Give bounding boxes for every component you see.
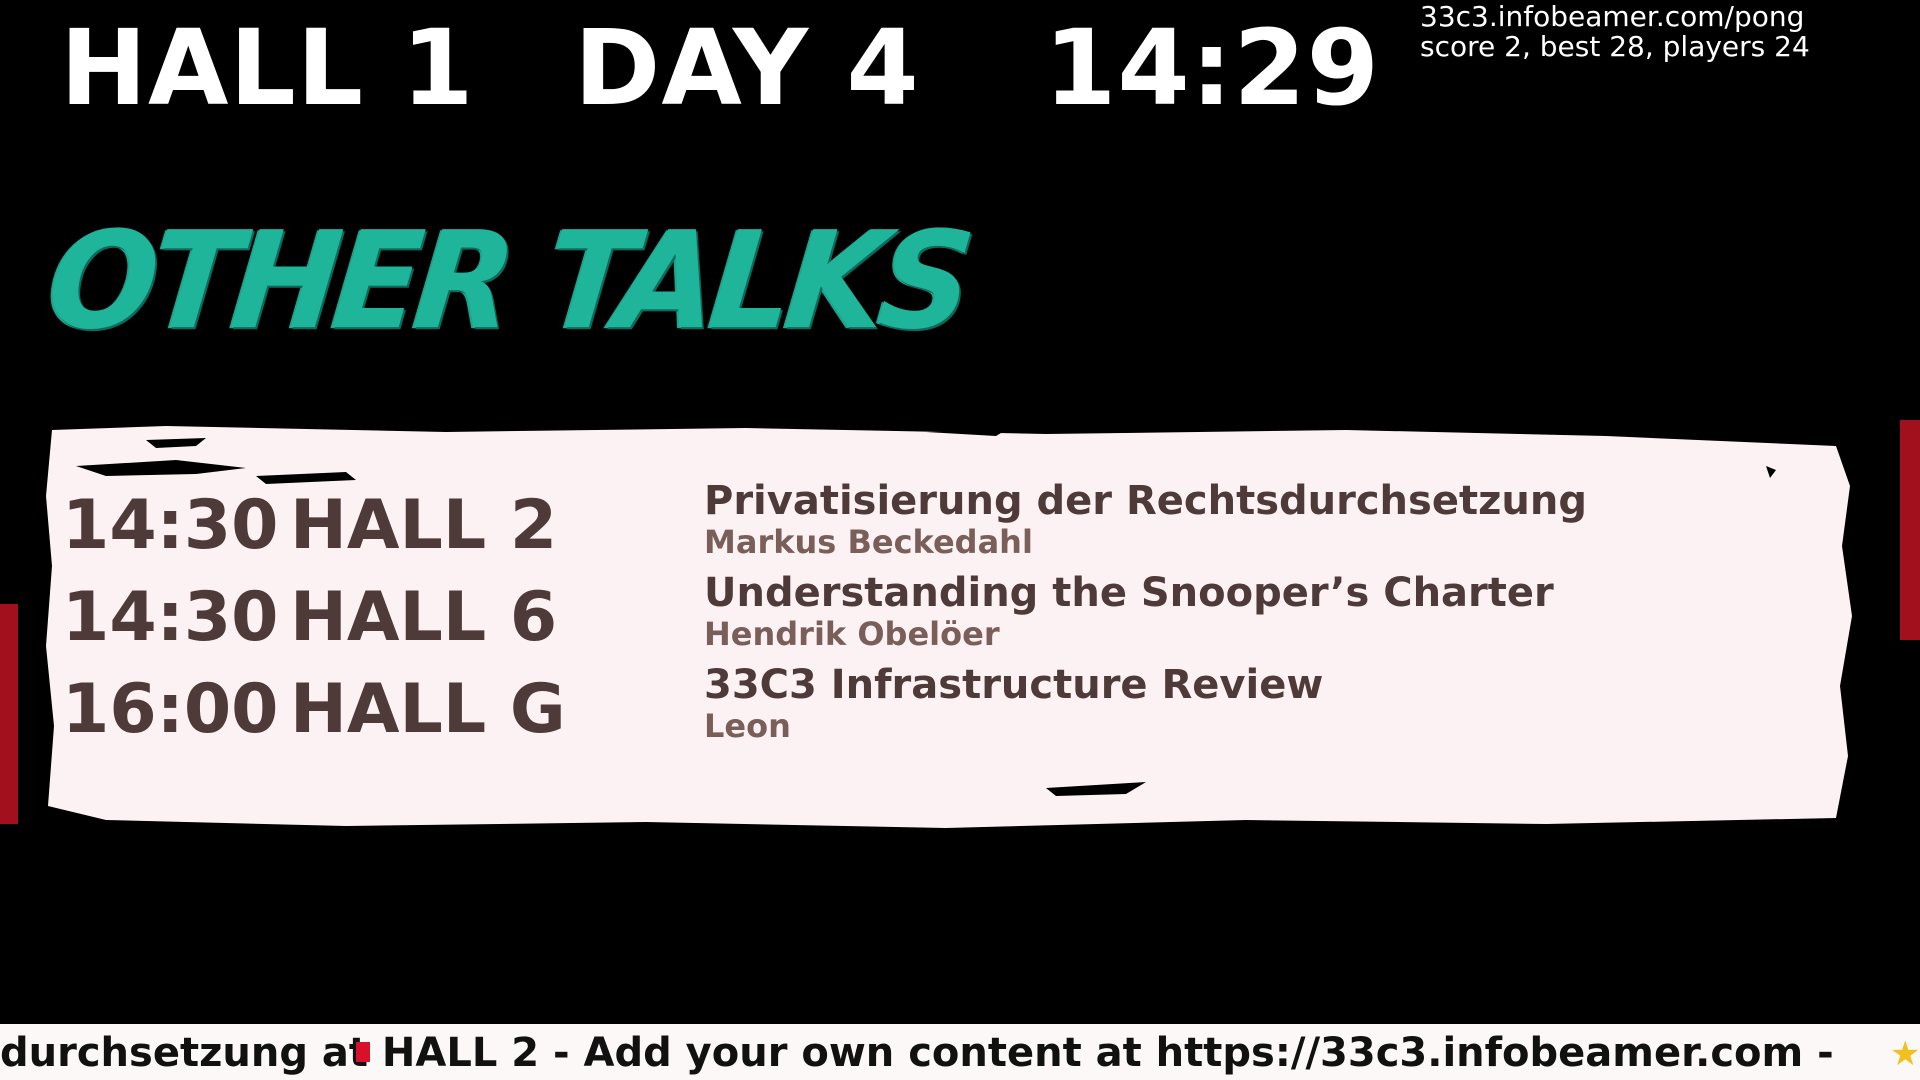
side-bar-right [1900, 420, 1920, 640]
talk-speaker: Leon [704, 707, 791, 745]
talk-hall: HALL 6 [290, 578, 558, 657]
current-hall-label: HALL 1 [60, 7, 475, 129]
star-icon: ★ [1890, 1034, 1920, 1074]
news-ticker: durchsetzung at HALL 2 - Add your own co… [0, 1024, 1920, 1080]
side-bar-left [0, 604, 18, 824]
talk-time: 14:30 [62, 486, 279, 565]
talk-row: 16:00 HALL G 33C3 Infrastructure Review … [46, 660, 1856, 752]
section-title: OTHER TALKS [41, 203, 975, 360]
talk-time: 16:00 [62, 670, 279, 749]
talk-speaker: Markus Beckedahl [704, 523, 1033, 561]
talk-time: 14:30 [62, 578, 279, 657]
talk-title: 33C3 Infrastructure Review [704, 662, 1324, 708]
pong-url: 33c3.infobeamer.com/pong [1420, 0, 1805, 33]
red-square-icon [356, 1042, 370, 1062]
talk-row: 14:30 HALL 6 Understanding the Snooper’s… [46, 568, 1856, 660]
pong-info: 33c3.infobeamer.com/pong score 2, best 2… [1420, 2, 1810, 62]
ticker-text: durchsetzung at HALL 2 - Add your own co… [0, 1030, 1834, 1076]
pong-stats: score 2, best 28, players 24 [1420, 30, 1810, 63]
clock: 14:29 [1044, 7, 1381, 129]
talk-title: Privatisierung der Rechtsdurchsetzung [704, 478, 1587, 524]
talk-hall: HALL G [290, 670, 566, 749]
day-label: DAY 4 [574, 7, 920, 129]
talk-hall: HALL 2 [290, 486, 558, 565]
talk-row: 14:30 HALL 2 Privatisierung der Rechtsdu… [46, 476, 1856, 568]
talks-panel: 14:30 HALL 2 Privatisierung der Rechtsdu… [46, 426, 1856, 830]
talk-speaker: Hendrik Obelöer [704, 615, 1000, 653]
talk-title: Understanding the Snooper’s Charter [704, 570, 1554, 616]
